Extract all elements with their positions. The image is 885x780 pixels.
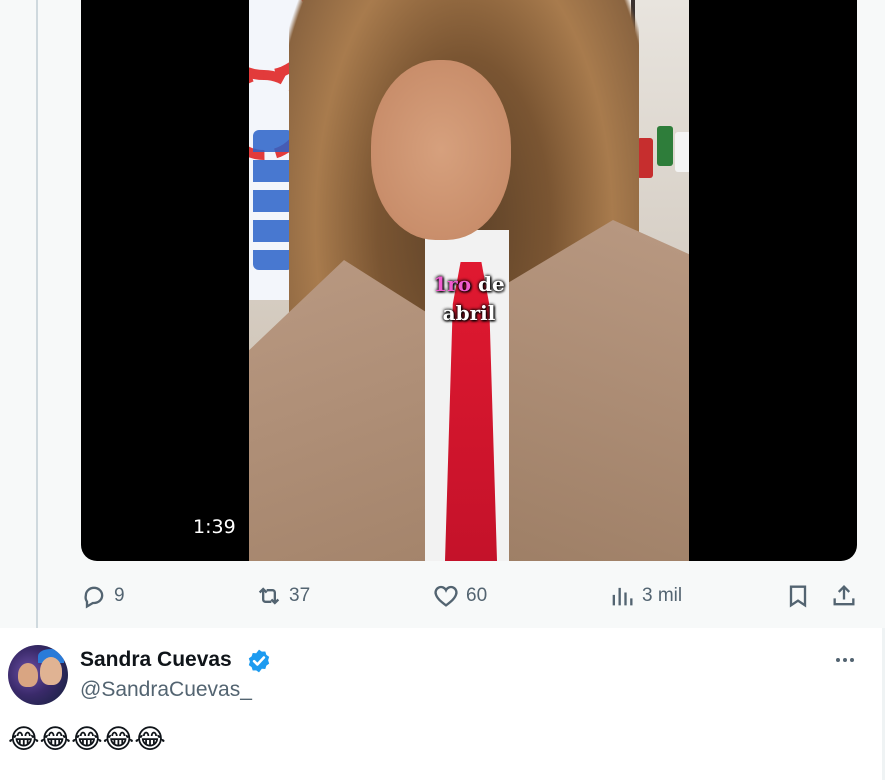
reply-tweet[interactable]: Sandra Cuevas @SandraCuevas_ 😂😂😂😂😂: [0, 628, 885, 780]
reply-icon: [84, 586, 104, 609]
caption-line: abril: [442, 301, 496, 325]
views-button[interactable]: 3 mil: [608, 576, 682, 616]
reply-count: 9: [114, 585, 125, 606]
like-icon: [434, 585, 458, 607]
avatar[interactable]: [8, 645, 68, 705]
video-duration: 1:39: [193, 516, 236, 538]
share-icon: [833, 585, 855, 606]
more-options-button[interactable]: [830, 648, 860, 672]
video-caption: 1ro de abril: [419, 270, 519, 328]
verified-icon: [248, 649, 270, 673]
repost-icon: [258, 587, 280, 605]
repost-button[interactable]: 37: [255, 576, 310, 616]
like-count: 60: [466, 585, 488, 606]
more-icon: [836, 658, 840, 662]
timeline: 1ro de abril 1:39 9 37 60 3 mil Sandra C…: [0, 0, 885, 780]
face: [371, 60, 511, 240]
views-icon: [612, 587, 633, 606]
video-player[interactable]: 1ro de abril 1:39: [81, 0, 857, 561]
jacket: [249, 260, 439, 561]
caption-word: de: [478, 272, 505, 296]
quoted-tweet[interactable]: 1ro de abril 1:39 9 37 60 3 mil: [0, 0, 885, 636]
display-name[interactable]: Sandra Cuevas: [80, 648, 232, 672]
repost-count: 37: [289, 585, 311, 606]
share-button[interactable]: [830, 576, 858, 616]
reply-button[interactable]: 9: [80, 576, 125, 616]
views-count: 3 mil: [642, 585, 683, 606]
bookmark-button[interactable]: [784, 576, 812, 616]
user-handle[interactable]: @SandraCuevas_: [80, 678, 252, 702]
caption-highlight: 1ro: [433, 272, 472, 296]
like-button[interactable]: 60: [432, 576, 487, 616]
action-bar: 9 37 60 3 mil: [0, 576, 885, 616]
bookmark-icon: [789, 585, 807, 608]
tweet-text: 😂😂😂😂😂: [8, 724, 166, 754]
thread-line: [36, 0, 38, 636]
video-frame: 1ro de abril: [249, 0, 689, 561]
